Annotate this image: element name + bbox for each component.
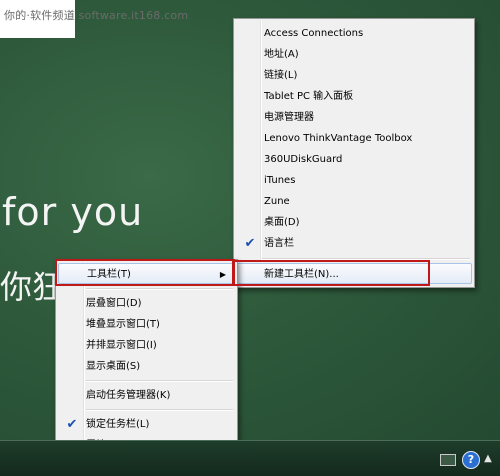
menu-item-show-desktop[interactable]: 显示桌面(S): [58, 356, 235, 377]
menu-item-label: Tablet PC 输入面板: [264, 91, 354, 102]
menu-item-task-manager[interactable]: 启动任务管理器(K): [58, 385, 235, 406]
menu-item-label: 并排显示窗口(I): [86, 340, 157, 351]
menu-item-label: Lenovo ThinkVantage Toolbox: [264, 133, 413, 144]
wallpaper-text-for-you: for you: [2, 190, 144, 234]
checkmark-icon: ✔: [66, 417, 78, 432]
menu-item-label: Zune: [264, 196, 290, 207]
menu-item-stacked-windows[interactable]: 堆叠显示窗口(T): [58, 314, 235, 335]
checkmark-icon: ✔: [244, 236, 256, 251]
taskbar[interactable]: ? ▲: [0, 440, 500, 476]
tray-expand-icon[interactable]: ▲: [480, 451, 496, 467]
menu-separator: [86, 288, 233, 290]
menu-item-label: 堆叠显示窗口(T): [86, 319, 160, 330]
menu-item-side-by-side[interactable]: 并排显示窗口(I): [58, 335, 235, 356]
submenu-item-address[interactable]: 地址(A): [236, 44, 472, 65]
menu-item-label: 启动任务管理器(K): [86, 390, 171, 401]
submenu-item-itunes[interactable]: iTunes: [236, 170, 472, 191]
menu-item-label: 锁定任务栏(L): [86, 419, 150, 430]
menu-item-label: iTunes: [264, 175, 296, 186]
menu-item-label: 桌面(D): [264, 217, 300, 228]
menu-separator: [86, 409, 233, 411]
menu-item-label: 显示桌面(S): [86, 361, 141, 372]
menu-item-label: 360UDiskGuard: [264, 154, 343, 165]
submenu-item-zune[interactable]: Zune: [236, 191, 472, 212]
menu-separator: [86, 380, 233, 382]
taskbar-context-menu: 工具栏(T) ▶ 层叠窗口(D) 堆叠显示窗口(T) 并排显示窗口(I) 显示桌…: [55, 259, 238, 461]
annotation-box-new-toolbar: [232, 260, 430, 286]
menu-item-label: 语言栏: [264, 238, 294, 249]
network-icon[interactable]: [440, 454, 456, 466]
toolbars-submenu: Access Connections 地址(A) 链接(L) Tablet PC…: [233, 18, 475, 288]
watermark-text: 你的·软件频道 software.it168.com: [4, 9, 189, 22]
submenu-item-thinkvantage-toolbox[interactable]: Lenovo ThinkVantage Toolbox: [236, 128, 472, 149]
submenu-item-tablet-pc-input-panel[interactable]: Tablet PC 输入面板: [236, 86, 472, 107]
submenu-item-360udiskguard[interactable]: 360UDiskGuard: [236, 149, 472, 170]
menu-item-lock-taskbar[interactable]: ✔ 锁定任务栏(L): [58, 414, 235, 435]
submenu-item-language-bar[interactable]: ✔ 语言栏: [236, 233, 472, 254]
submenu-item-desktop[interactable]: 桌面(D): [236, 212, 472, 233]
submenu-item-links[interactable]: 链接(L): [236, 65, 472, 86]
help-icon[interactable]: ?: [462, 451, 480, 469]
menu-item-label: 层叠窗口(D): [86, 298, 142, 309]
menu-item-cascade-windows[interactable]: 层叠窗口(D): [58, 293, 235, 314]
menu-item-label: Access Connections: [264, 28, 364, 39]
annotation-box-toolbars: [55, 259, 235, 286]
submenu-item-access-connections[interactable]: Access Connections: [236, 23, 472, 44]
submenu-item-power-manager[interactable]: 电源管理器: [236, 107, 472, 128]
watermark-box: 你的·软件频道 software.it168.com: [0, 0, 188, 38]
menu-item-label: 地址(A): [264, 49, 299, 60]
menu-item-label: 链接(L): [264, 70, 298, 81]
menu-item-label: 电源管理器: [264, 112, 314, 123]
